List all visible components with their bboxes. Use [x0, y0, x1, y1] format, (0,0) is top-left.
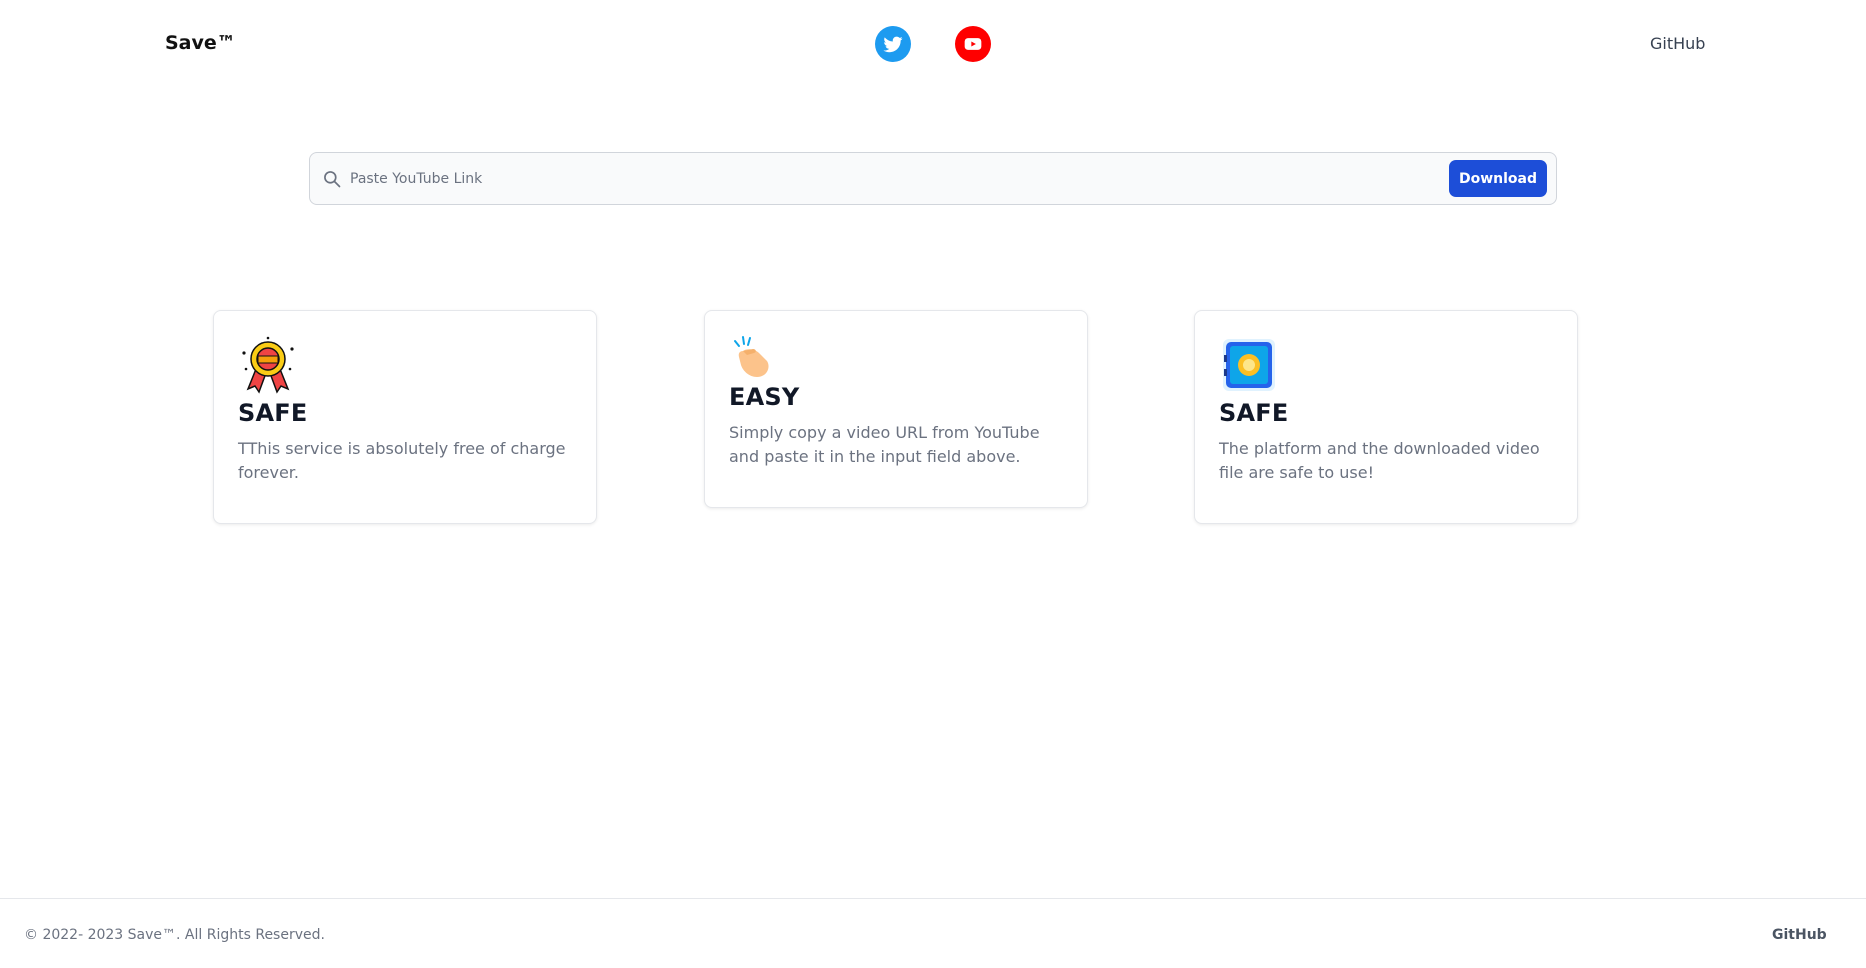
download-button[interactable]: Download: [1449, 160, 1547, 197]
card-title: SAFE: [238, 399, 308, 427]
card-description: The platform and the downloaded video fi…: [1219, 439, 1540, 482]
page: Save™ GitHub Download: [0, 0, 1866, 968]
feature-card-easy: EASY Simply copy a video URL from YouTub…: [704, 310, 1088, 508]
card-description: Simply copy a video URL from YouTube and…: [729, 423, 1040, 466]
footer-github-link[interactable]: GitHub: [1772, 927, 1827, 943]
feature-card-safe: SAFE The platform and the downloaded vid…: [1194, 310, 1578, 524]
snap-fingers-icon: [734, 336, 769, 377]
nav-github-link[interactable]: GitHub: [1650, 34, 1705, 53]
search-bar: Download: [309, 152, 1557, 205]
brand-logo[interactable]: Save™: [165, 32, 236, 54]
card-title: SAFE: [1219, 399, 1289, 427]
feature-card-free: SAFE TThis service is absolutely free of…: [213, 310, 597, 524]
card-title: EASY: [729, 383, 800, 411]
youtube-link-input[interactable]: [350, 163, 1350, 195]
youtube-link[interactable]: [955, 26, 991, 62]
safe-vault-icon: [1223, 339, 1275, 391]
search-icon: [324, 171, 341, 188]
twitter-link[interactable]: [875, 26, 911, 62]
free-badge-icon: [242, 336, 294, 394]
footer: © 2022- 2023 Save™. All Rights Reserved.…: [0, 898, 1866, 968]
card-description: TThis service is absolutely free of char…: [238, 439, 566, 482]
youtube-icon: [964, 38, 982, 50]
twitter-icon: [883, 36, 903, 53]
footer-copyright: © 2022- 2023 Save™. All Rights Reserved.: [24, 927, 325, 943]
